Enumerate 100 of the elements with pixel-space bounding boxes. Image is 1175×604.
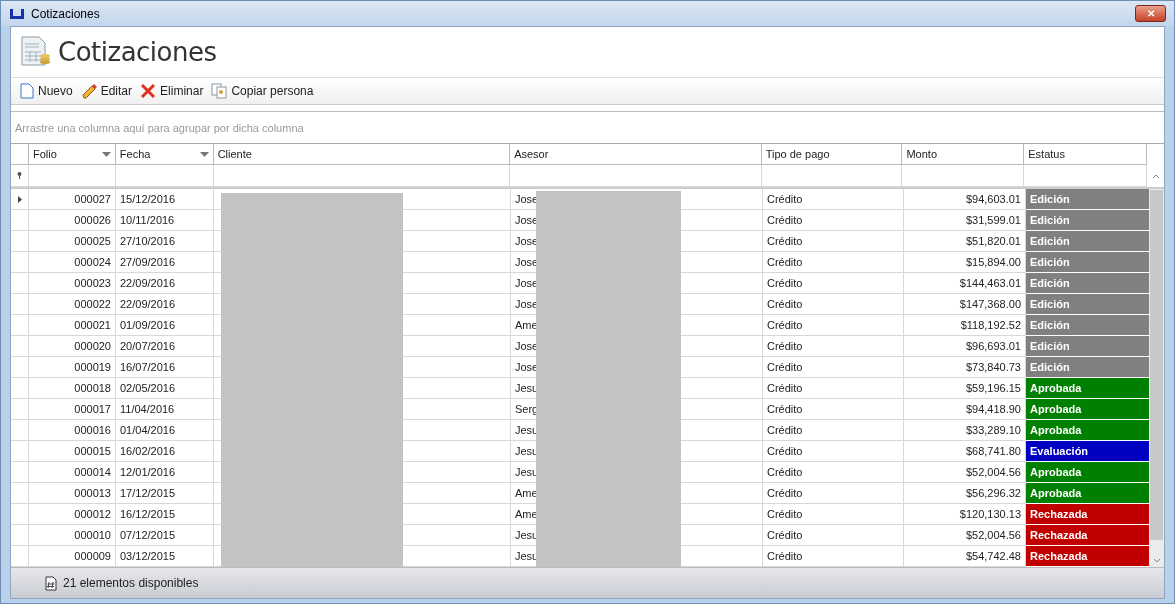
filter-cell[interactable] [510,165,762,187]
status-cell: Rechazada [1026,546,1149,567]
edit-button[interactable]: Editar [77,81,136,101]
table-cell: 000026 [29,210,116,231]
table-cell: Crédito [763,441,904,462]
filter-cell[interactable] [902,165,1025,187]
status-cell: Aprobada [1026,399,1149,420]
table-cell: 22/09/2016 [116,294,214,315]
table-cell: 000015 [29,441,116,462]
table-cell: 11/04/2016 [116,399,214,420]
row-indicator[interactable] [11,189,29,210]
table-cell: Crédito [763,252,904,273]
group-panel-hint: Arrastre una columna aquí para agrupar por dicha columna [15,121,304,134]
filter-cell[interactable] [761,165,903,187]
window-title: Cotizaciones [31,6,100,21]
scroll-down-icon[interactable] [1153,558,1161,563]
status-cell: Aprobada [1026,462,1149,483]
column-header[interactable]: Estatus [1024,144,1148,165]
table-cell: 15/12/2016 [116,189,214,210]
filter-cell[interactable] [28,165,116,187]
table-cell: 01/09/2016 [116,315,214,336]
table-cell: 02/05/2016 [116,378,214,399]
table-cell: Crédito [763,189,904,210]
table-cell: 000019 [29,357,116,378]
table-cell: 000020 [29,336,116,357]
table-cell: 000012 [29,504,116,525]
table-cell: Crédito [763,420,904,441]
status-cell: Aprobada [1026,378,1149,399]
table-cell: 000025 [29,231,116,252]
table-cell: 16/12/2015 [116,504,214,525]
table-cell: Crédito [763,378,904,399]
table-cell: Crédito [763,525,904,546]
filter-cell[interactable] [213,165,511,187]
table-cell: 16/02/2016 [116,441,214,462]
status-cell: Edición [1026,189,1149,210]
status-cell: Aprobada [1026,420,1149,441]
table-cell: Crédito [763,336,904,357]
column-header[interactable]: Folio [28,144,116,165]
table-cell: Crédito [763,504,904,525]
table-cell: Crédito [763,294,904,315]
table-cell: 000010 [29,525,116,546]
page-title: Cotizaciones [58,37,217,67]
status-cell: Edición [1026,336,1149,357]
dropdown-icon[interactable] [199,151,209,157]
table-cell: 10/11/2016 [116,210,214,231]
pencil-icon [80,83,97,99]
table-cell: 27/09/2016 [116,252,214,273]
document-icon [20,83,34,99]
filter-cell[interactable] [1024,165,1148,187]
table-cell: 000013 [29,483,116,504]
dropdown-icon[interactable] [101,151,111,157]
app-icon [9,7,25,20]
table-cell: 000014 [29,462,116,483]
table-cell: 12/01/2016 [116,462,214,483]
status-cell: Evaluación [1026,441,1149,462]
table-cell: Crédito [763,210,904,231]
filter-cell[interactable] [115,165,214,187]
copy-button[interactable]: Copiar persona [208,81,317,101]
table-cell: Crédito [763,399,904,420]
table-cell: 07/12/2015 [116,525,214,546]
document-coins-icon [21,36,51,68]
table-cell: 000023 [29,273,116,294]
status-cell: Edición [1026,252,1149,273]
table-cell: 27/10/2016 [116,231,214,252]
delete-button[interactable]: Eliminar [137,81,207,101]
column-header[interactable]: Cliente [213,144,511,165]
item-count: 21 elementos disponibles [63,576,199,590]
column-header[interactable]: Monto [902,144,1025,165]
scrollbar[interactable] [1149,189,1164,567]
status-cell: Edición [1026,210,1149,231]
table-cell: 22/09/2016 [116,273,214,294]
table-cell: 000018 [29,378,116,399]
status-cell: Edición [1026,273,1149,294]
table-cell: 000027 [29,189,116,210]
table-cell: 000017 [29,399,116,420]
scroll-up-icon[interactable] [1151,173,1160,179]
column-header[interactable]: Tipo de pago [761,144,903,165]
column-header[interactable]: Fecha [115,144,214,165]
table-cell: 000022 [29,294,116,315]
status-cell: Edición [1026,357,1149,378]
table-cell: 16/07/2016 [116,357,214,378]
new-button[interactable]: Nuevo [17,81,76,101]
status-cell: Edición [1026,231,1149,252]
status-cell: Aprobada [1026,483,1149,504]
scroll-thumb[interactable] [1150,190,1163,540]
table-cell: Crédito [763,231,904,252]
column-header[interactable]: Asesor [510,144,762,165]
table-cell: 000016 [29,420,116,441]
filter-pin-icon [17,172,22,179]
table-cell: 01/04/2016 [116,420,214,441]
table-cell: 20/07/2016 [116,336,214,357]
status-cell: Edición [1026,315,1149,336]
table-cell: Crédito [763,357,904,378]
table-cell: Crédito [763,483,904,504]
table-cell: Crédito [763,462,904,483]
status-cell: Rechazada [1026,525,1149,546]
hash-document-icon [45,575,57,591]
table-cell: 000024 [29,252,116,273]
table-cell: 000021 [29,315,116,336]
table-cell: Crédito [763,273,904,294]
